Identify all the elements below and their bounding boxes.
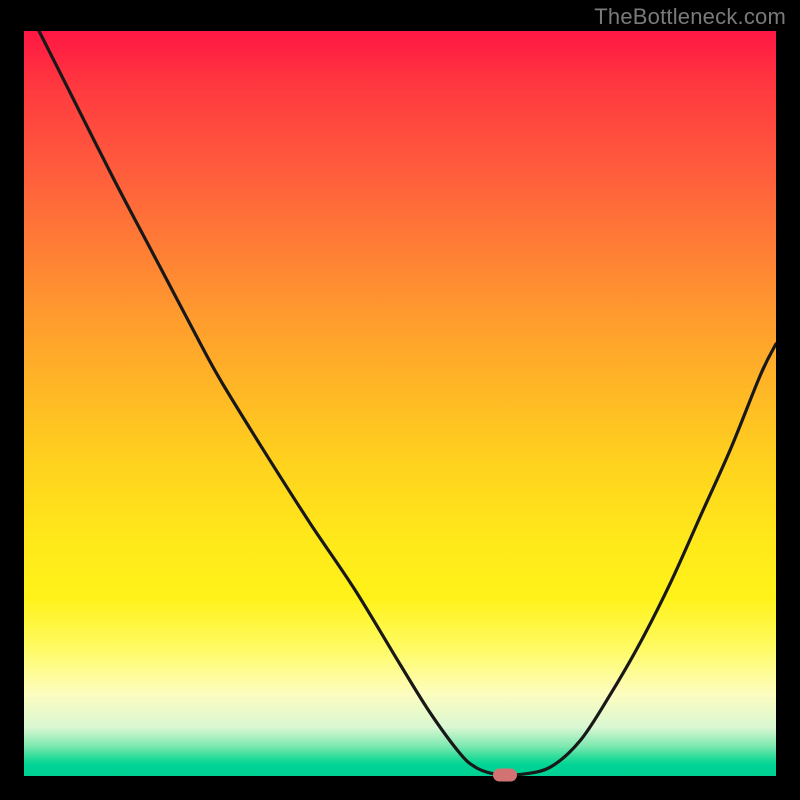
plot-area — [24, 31, 776, 776]
bottleneck-curve — [24, 31, 776, 776]
optimal-point-marker — [493, 768, 517, 781]
chart-frame: TheBottleneck.com — [0, 0, 800, 800]
watermark-text: TheBottleneck.com — [594, 4, 786, 30]
